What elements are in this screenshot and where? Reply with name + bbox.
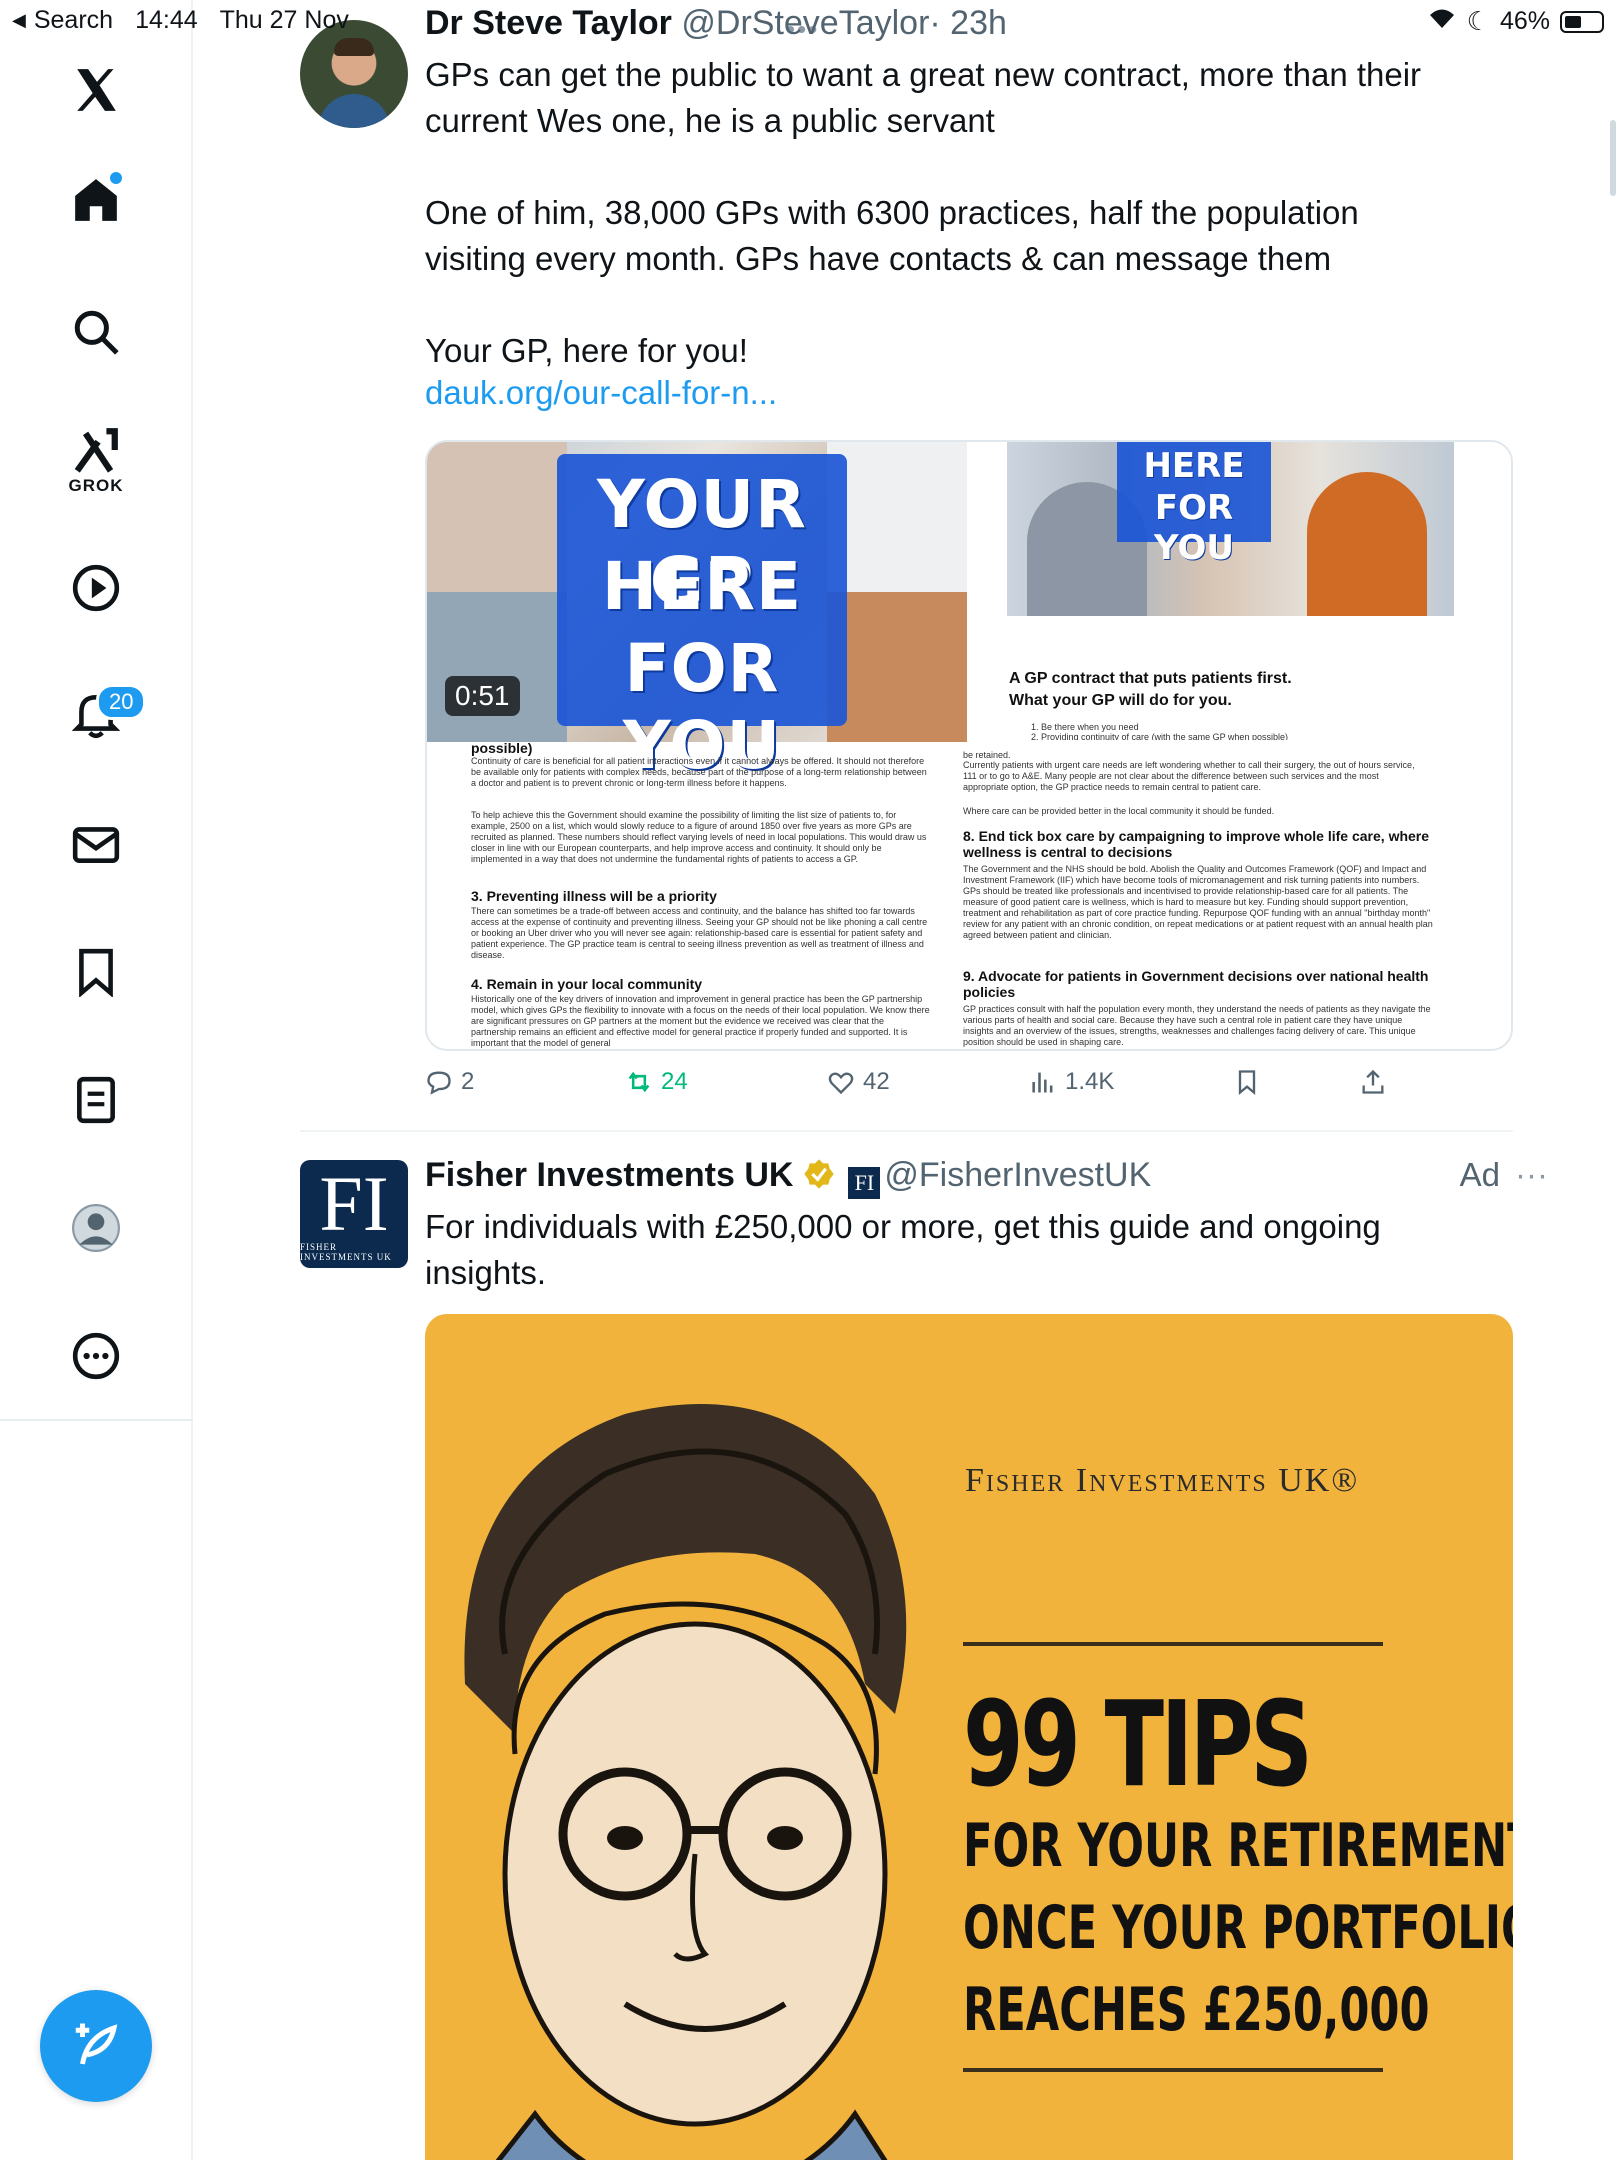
doc-right-heading-8: 8. End tick box care by campaigning to i… — [963, 828, 1430, 860]
ad-headline: 99 TIPS — [963, 1675, 1313, 1813]
home-icon[interactable] — [56, 160, 136, 240]
ad-text-line-2: insights. — [425, 1254, 547, 1291]
like-button[interactable]: 42 — [827, 1068, 890, 1096]
ad-line-2: ONCE YOUR PORTFOLIO — [963, 1893, 1513, 1963]
ad-brand: Fisher Investments UK® — [965, 1462, 1360, 1499]
battery-icon — [1560, 10, 1604, 33]
video-duration: 0:51 — [445, 676, 520, 716]
sidebar-divider — [0, 1419, 193, 1421]
moon-icon: ☾ — [1466, 6, 1490, 36]
doc-possible: possible) — [471, 740, 533, 756]
views-icon — [1032, 1072, 1053, 1093]
media-left-page: YOUR GP HERE FOR YOU 0:51 possible) Cont… — [427, 442, 967, 1049]
tweet-text-line-1: GPs can get the public to want a great n… — [425, 56, 1422, 93]
banner-line-2: HERE — [601, 548, 803, 625]
ad-line-1: FOR YOUR RETIREMENT — [963, 1811, 1513, 1881]
tweet-actions: 2 24 42 1.4K — [425, 1068, 1425, 1108]
reply-count: 2 — [461, 1068, 475, 1095]
doc-para-2: To help achieve this the Government shou… — [471, 810, 927, 864]
lists-icon[interactable] — [56, 1060, 136, 1140]
more-options-icon[interactable]: ··· — [1515, 1156, 1548, 1194]
ad-header: Fisher Investments UK FI @FisherInvestUK — [425, 1156, 1151, 1199]
avatar-sub: FISHER INVESTMENTS UK — [300, 1242, 392, 1262]
views-button[interactable]: 1.4K — [1029, 1068, 1114, 1096]
advertiser-avatar[interactable]: FI FISHER INVESTMENTS UK — [300, 1160, 408, 1268]
tweet-text-line-5: Your GP, here for you! — [425, 332, 748, 369]
verified-icon — [804, 1159, 834, 1189]
affiliate-badge: FI — [848, 1167, 881, 1199]
reply-button[interactable]: 2 — [425, 1068, 474, 1096]
reply-icon — [427, 1071, 451, 1095]
doc-para-1: Continuity of care is beneficial for all… — [471, 756, 927, 788]
tweet-link[interactable]: dauk.org/our-call-for-n... — [425, 374, 777, 412]
retweet-count: 24 — [661, 1068, 688, 1095]
status-time: 14:44 — [135, 6, 198, 34]
home-new-dot — [110, 172, 122, 184]
ad-text-line-1: For individuals with £250,000 or more, g… — [425, 1208, 1381, 1245]
grok-label[interactable]: GROK — [56, 476, 136, 496]
ad-rule-top — [963, 1642, 1383, 1646]
play-icon[interactable] — [56, 548, 136, 628]
tweet-text-line-2: current Wes one, he is a public servant — [425, 102, 995, 139]
doc-heading-4: 4. Remain in your local community — [471, 976, 703, 992]
search-icon[interactable] — [56, 292, 136, 372]
retweet-button[interactable]: 24 — [625, 1068, 688, 1096]
doc-right-para-8: The Government and the NHS should be bol… — [963, 864, 1433, 940]
profile-icon[interactable] — [56, 1188, 136, 1268]
doc-right-heading-9: 9. Advocate for patients in Government d… — [963, 968, 1429, 1000]
doc-right-list-2: 2. Providing continuity of care (with th… — [1031, 732, 1288, 740]
compose-icon — [75, 2023, 118, 2065]
sidebar: GROK 20 — [0, 0, 193, 2160]
like-icon — [828, 1072, 854, 1095]
bookmark-icon[interactable] — [56, 932, 136, 1012]
portrait-illustration — [464, 1404, 907, 2160]
doc-right-para-9: GP practices consult with half the popul… — [963, 1004, 1431, 1047]
tweet-text-line-4: visiting every month. GPs have contacts … — [425, 240, 1332, 277]
doc-heading-3: 3. Preventing illness will be a priority — [471, 888, 717, 904]
status-date: Thu 27 Nov — [219, 6, 349, 34]
media-right-page: HERE FOR YOU A GP contract that puts pat… — [963, 442, 1511, 1049]
views-count: 1.4K — [1065, 1068, 1115, 1095]
doc-right-heading-2: What your GP will do for you. — [1009, 692, 1232, 709]
status-bar: ◀ Search 14:44 Thu 27 Nov ☾ 46% — [0, 0, 1620, 40]
compose-button[interactable] — [40, 1990, 152, 2102]
like-count: 42 — [863, 1068, 890, 1095]
tweet-text-line-3: One of him, 38,000 GPs with 6300 practic… — [425, 194, 1359, 231]
ad-creative[interactable]: Fisher Investments UK® 99 TIPS FOR YOUR … — [425, 1314, 1513, 2160]
more-icon[interactable] — [56, 1316, 136, 1396]
ad-rule-bottom — [963, 2068, 1383, 2072]
right-banner-line-1: HERE — [1143, 446, 1245, 486]
retweet-icon — [628, 1071, 650, 1093]
tweet-media[interactable]: YOUR GP HERE FOR YOU 0:51 possible) Cont… — [425, 440, 1513, 1051]
right-banner-line-2: FOR YOU — [1154, 488, 1234, 568]
doc-right-heading-1: A GP contract that puts patients first. — [1009, 670, 1292, 687]
doc-right-para-c: Where care can be provided better in the… — [963, 806, 1275, 816]
advertiser-handle[interactable]: @FisherInvestUK — [884, 1156, 1151, 1194]
doc-para-4: Historically one of the key drivers of i… — [471, 994, 930, 1048]
notifications-badge: 20 — [96, 684, 147, 720]
bookmark-tweet-button[interactable] — [1233, 1068, 1261, 1096]
back-arrow-icon[interactable]: ◀ — [12, 10, 26, 31]
advertiser-name[interactable]: Fisher Investments UK — [425, 1156, 793, 1194]
wifi-icon — [1427, 6, 1457, 37]
x-logo-icon[interactable] — [56, 50, 136, 130]
back-label[interactable]: Search — [34, 6, 113, 35]
doc-right-para-b: Currently patients with urgent care need… — [963, 760, 1415, 792]
share-icon — [1362, 1069, 1384, 1094]
share-button[interactable] — [1359, 1068, 1387, 1096]
tweet-separator — [300, 1130, 1513, 1132]
mail-icon[interactable] — [56, 804, 136, 884]
avatar-mark: FI — [319, 1160, 389, 1247]
bookmark-icon — [1238, 1070, 1256, 1095]
ad-line-3: REACHES £250,000 — [963, 1975, 1430, 2045]
ad-label: Ad — [1459, 1156, 1500, 1193]
doc-para-3: There can sometimes be a trade-off betwe… — [471, 906, 928, 960]
scrollbar[interactable] — [1610, 120, 1616, 196]
battery-percent: 46% — [1499, 7, 1550, 35]
